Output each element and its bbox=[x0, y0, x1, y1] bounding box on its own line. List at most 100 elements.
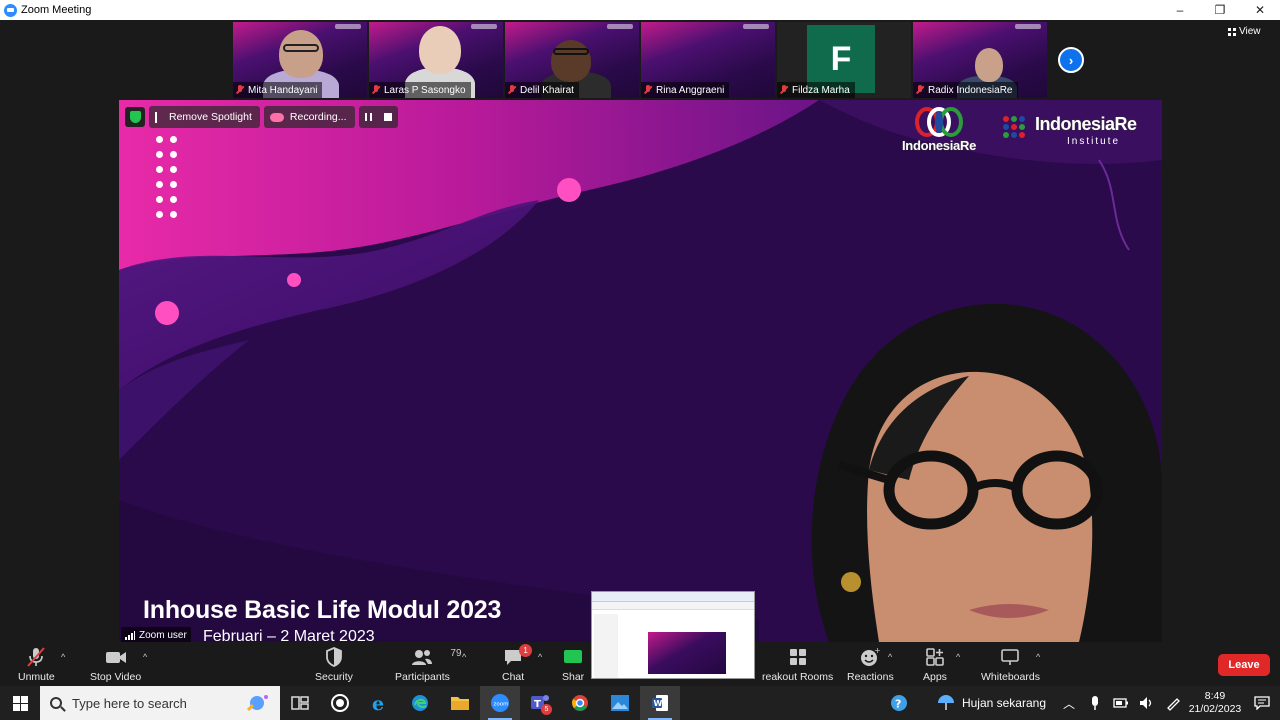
task-view-button[interactable] bbox=[280, 686, 320, 720]
taskbar-word[interactable]: W bbox=[640, 686, 680, 720]
participant-face bbox=[975, 48, 1003, 82]
meeting-area: Mita Handayani Laras P Sasongko Delil Kh… bbox=[0, 20, 1280, 642]
remove-spotlight-button[interactable]: Remove Spotlight bbox=[149, 106, 260, 128]
logo2-subtitle: Institute bbox=[1067, 136, 1121, 147]
whiteboards-options-chevron-icon[interactable]: ^ bbox=[1036, 652, 1040, 662]
internet-explorer-icon: e bbox=[372, 693, 384, 713]
participants-button[interactable]: 79 Participants bbox=[395, 646, 462, 683]
battery-tray-button[interactable] bbox=[1108, 686, 1134, 720]
show-hidden-icons-button[interactable]: ︿ bbox=[1056, 686, 1082, 720]
next-page-button[interactable]: › bbox=[1058, 47, 1084, 73]
share-preview-popup[interactable] bbox=[591, 591, 755, 679]
participant-tile[interactable]: Mita Handayani bbox=[233, 22, 367, 98]
participant-nameplate: Mita Handayani bbox=[233, 82, 323, 98]
chat-button[interactable]: 1 Chat bbox=[502, 644, 533, 683]
taskbar-photos[interactable] bbox=[600, 686, 640, 720]
participant-tile[interactable]: Laras P Sasongko bbox=[369, 22, 503, 98]
chat-bubble-icon: 1 bbox=[502, 644, 533, 668]
reactions-button[interactable]: + Reactions bbox=[847, 646, 894, 683]
word-icon: W bbox=[652, 695, 668, 711]
pin-icon bbox=[155, 111, 163, 123]
participant-strip: Mita Handayani Laras P Sasongko Delil Kh… bbox=[233, 22, 1047, 98]
breakout-label: reakout Rooms bbox=[762, 671, 834, 683]
chat-label: Chat bbox=[502, 671, 525, 683]
participants-count: 79 bbox=[450, 648, 462, 659]
active-speaker-tag: Zoom user bbox=[121, 627, 191, 642]
windows-logo-icon bbox=[12, 695, 28, 711]
view-label: View bbox=[1239, 26, 1261, 37]
minimize-button[interactable]: – bbox=[1160, 0, 1200, 20]
leave-button[interactable]: Leave bbox=[1218, 654, 1270, 676]
taskbar-file-explorer[interactable] bbox=[440, 686, 480, 720]
apps-options-chevron-icon[interactable]: ^ bbox=[956, 652, 960, 662]
grid-icon bbox=[1228, 27, 1236, 36]
folder-icon bbox=[451, 697, 469, 710]
glasses-icon bbox=[553, 48, 589, 55]
taskbar-chrome[interactable] bbox=[560, 686, 600, 720]
share-screen-button[interactable]: Shar bbox=[562, 646, 584, 683]
apps-button[interactable]: Apps bbox=[923, 646, 947, 683]
svg-text:+: + bbox=[874, 646, 881, 655]
taskbar-internet-explorer[interactable]: e bbox=[360, 686, 400, 720]
volume-tray-button[interactable] bbox=[1134, 686, 1160, 720]
close-button[interactable]: ✕ bbox=[1240, 0, 1280, 20]
taskbar-edge[interactable] bbox=[400, 686, 440, 720]
chat-options-chevron-icon[interactable]: ^ bbox=[538, 652, 542, 662]
slide-subtitle: Februari – 2 Maret 2023 bbox=[203, 628, 375, 642]
pause-recording-button[interactable] bbox=[364, 113, 372, 121]
security-button[interactable]: Security bbox=[315, 646, 353, 683]
participant-tile[interactable]: Delil Khairat bbox=[505, 22, 639, 98]
participant-nameplate: Delil Khairat bbox=[505, 82, 579, 98]
audio-options-chevron-icon[interactable]: ^ bbox=[61, 652, 65, 662]
teams-badge: 5 bbox=[541, 704, 552, 715]
participant-tile[interactable]: Radix IndonesiaRe bbox=[913, 22, 1047, 98]
taskbar-clock[interactable]: 8:49 21/02/2023 bbox=[1186, 690, 1244, 716]
whiteboards-button[interactable]: Whiteboards bbox=[981, 646, 1040, 683]
mic-muted-icon bbox=[644, 85, 652, 95]
pen-tray-button[interactable] bbox=[1160, 686, 1186, 720]
participant-nameplate: Fildza Marha bbox=[777, 82, 855, 98]
tile-logo bbox=[335, 24, 361, 29]
microphone-tray-button[interactable] bbox=[1082, 686, 1108, 720]
participant-tile[interactable]: Rina Anggraeni bbox=[641, 22, 775, 98]
view-button[interactable]: View bbox=[1228, 26, 1261, 37]
spotlight-video[interactable]: Remove Spotlight Recording... IndonesiaR… bbox=[119, 100, 1162, 642]
taskbar-app-circle[interactable] bbox=[320, 686, 360, 720]
search-highlight-icon bbox=[246, 695, 268, 712]
rings-logo-icon bbox=[915, 107, 963, 137]
taskbar-teams[interactable]: T 5 bbox=[520, 686, 560, 720]
participant-name: Radix IndonesiaRe bbox=[928, 84, 1013, 96]
preview-sidebar bbox=[594, 614, 618, 678]
mic-muted-icon bbox=[372, 85, 380, 95]
mic-muted-icon bbox=[780, 85, 788, 95]
apps-label: Apps bbox=[923, 671, 947, 683]
dots-logo-icon bbox=[1003, 116, 1025, 138]
participants-icon: 79 bbox=[410, 646, 462, 668]
taskbar-search-box[interactable]: Type here to search bbox=[40, 686, 280, 720]
breakout-rooms-icon bbox=[787, 646, 809, 668]
stop-video-label: Stop Video bbox=[90, 671, 142, 683]
taskbar-zoom[interactable]: zoom bbox=[480, 686, 520, 720]
stop-recording-button[interactable] bbox=[383, 113, 392, 121]
weather-widget[interactable]: Hujan sekarang bbox=[936, 694, 1046, 712]
preview-toolbar bbox=[592, 602, 754, 610]
reactions-options-chevron-icon[interactable]: ^ bbox=[888, 652, 892, 662]
participant-tile[interactable]: F Fildza Marha bbox=[777, 22, 911, 98]
participant-nameplate: Radix IndonesiaRe bbox=[913, 82, 1018, 98]
unmute-button[interactable]: Unmute bbox=[18, 646, 55, 683]
participant-nameplate: Laras P Sasongko bbox=[369, 82, 471, 98]
breakout-rooms-button[interactable]: reakout Rooms bbox=[762, 646, 833, 683]
start-button[interactable] bbox=[0, 686, 40, 720]
participants-options-chevron-icon[interactable]: ^ bbox=[462, 652, 466, 662]
notifications-button[interactable] bbox=[1244, 686, 1280, 720]
tile-logo bbox=[1015, 24, 1041, 29]
help-button[interactable]: ? bbox=[886, 686, 912, 720]
weather-text: Hujan sekarang bbox=[961, 696, 1046, 710]
share-screen-icon bbox=[562, 646, 584, 668]
video-options-chevron-icon[interactable]: ^ bbox=[143, 652, 147, 662]
security-shield-icon bbox=[125, 107, 145, 127]
stop-video-button[interactable]: Stop Video bbox=[90, 646, 141, 683]
participant-name: Rina Anggraeni bbox=[656, 84, 725, 96]
svg-text:T: T bbox=[534, 699, 541, 710]
maximize-button[interactable]: ❐ bbox=[1200, 0, 1240, 20]
